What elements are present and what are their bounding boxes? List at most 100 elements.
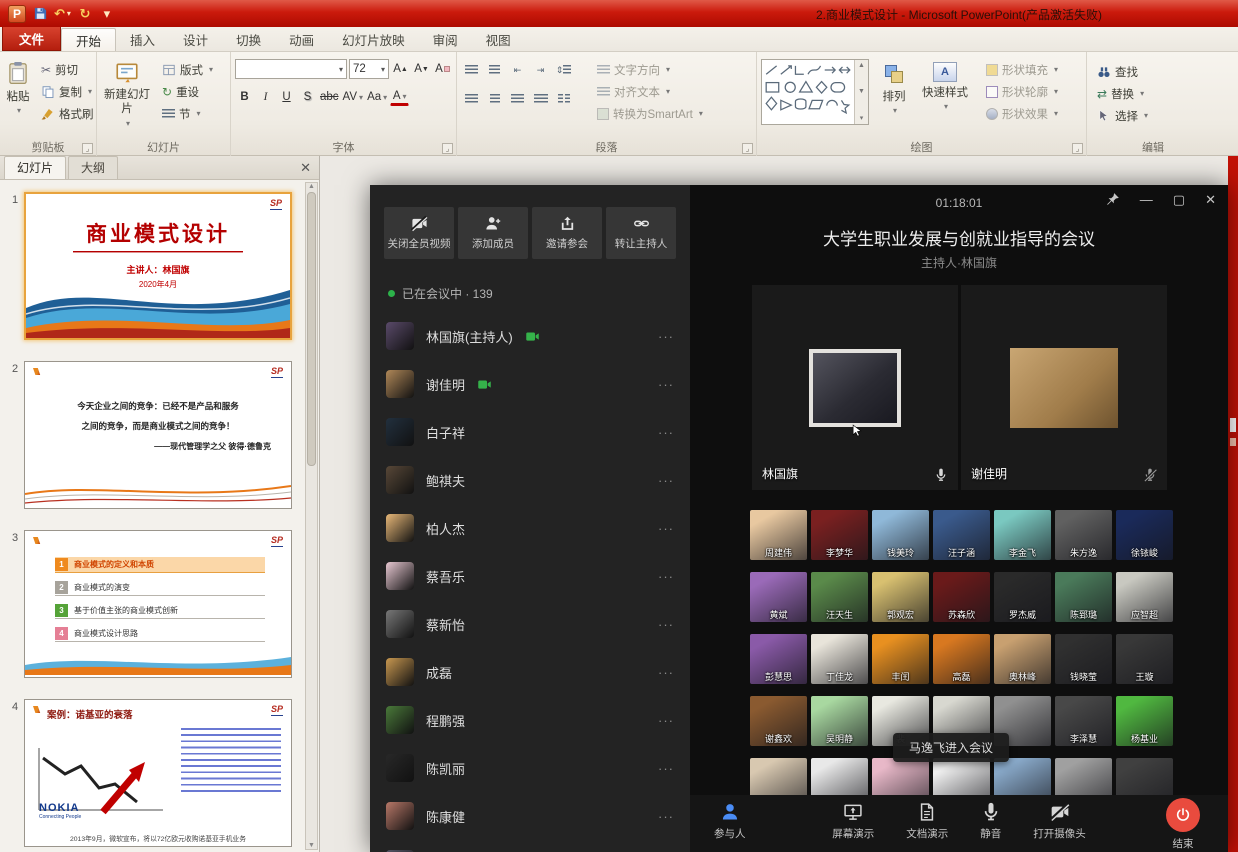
grid-participant-tile[interactable]: 朱方逸 xyxy=(1055,510,1112,560)
character-spacing-button[interactable]: AV▾ xyxy=(342,87,365,107)
grid-participant-tile[interactable]: 汪天生 xyxy=(811,572,868,622)
close-panel-button[interactable]: ✕ xyxy=(300,160,311,176)
line-spacing-button[interactable]: ⇕ xyxy=(553,60,574,80)
scroll-up-icon[interactable]: ▲ xyxy=(308,183,315,190)
replace-button[interactable]: ⇄替换▾ xyxy=(1091,83,1215,104)
ribbon-tab-3[interactable]: 设计 xyxy=(169,28,222,51)
dialog-launcher-button[interactable]: ⌟ xyxy=(82,143,93,154)
grid-participant-tile[interactable]: 郭观宏 xyxy=(872,572,929,622)
meeting-action-transfer-host-button[interactable]: 转让主持人 xyxy=(606,207,676,259)
participant-row[interactable]: 程鹏强··· xyxy=(370,696,690,744)
shapes-gallery[interactable]: ▲▼▾ xyxy=(761,59,869,125)
participant-row[interactable]: 柏人杰··· xyxy=(370,504,690,552)
grid-participant-tile[interactable]: 黄斌 xyxy=(750,572,807,622)
more-options-button[interactable]: ··· xyxy=(658,617,674,632)
shape-effects-button[interactable]: 形状效果▾ xyxy=(980,103,1064,124)
font-name-select[interactable]: ▾ xyxy=(235,59,347,79)
more-options-button[interactable]: ··· xyxy=(658,425,674,440)
grid-participant-tile[interactable]: 钱晓莹 xyxy=(1055,634,1112,684)
participant-row[interactable]: 白子祥··· xyxy=(370,408,690,456)
align-right-button[interactable] xyxy=(507,89,528,109)
font-size-select[interactable]: 72▾ xyxy=(349,59,389,79)
text-direction-button[interactable]: 文字方向▾ xyxy=(591,59,709,80)
slide-thumbnail-2[interactable]: SP 今天企业之间的竞争：已经不是产品和服务 之间的竞争，而是商业模式之间的竞争… xyxy=(24,361,292,509)
participant-row[interactable]: 陈康健··· xyxy=(370,792,690,840)
justify-button[interactable] xyxy=(530,89,551,109)
tab-outline[interactable]: 大纲 xyxy=(68,156,118,179)
minimize-button[interactable]: — xyxy=(1140,193,1153,206)
more-options-button[interactable]: ··· xyxy=(658,329,674,344)
grid-participant-tile[interactable]: 苏森欣 xyxy=(933,572,990,622)
grid-participant-tile[interactable]: 应智超 xyxy=(1116,572,1173,622)
participant-row[interactable]: 蔡吾乐··· xyxy=(370,552,690,600)
shape-fill-button[interactable]: 形状填充▾ xyxy=(980,59,1064,80)
ribbon-tab-5[interactable]: 动画 xyxy=(275,28,328,51)
bold-button[interactable]: B xyxy=(235,87,254,107)
grid-participant-tile[interactable]: 彭慧思 xyxy=(750,634,807,684)
toolbar-camera-button[interactable]: 打开摄像头 xyxy=(1033,802,1086,841)
powerpoint-icon[interactable]: P xyxy=(8,5,26,23)
scroll-down-icon[interactable]: ▼ xyxy=(308,842,315,849)
undo-button[interactable]: ↶▾ xyxy=(54,5,71,23)
grid-participant-tile[interactable]: 钱美玲 xyxy=(872,510,929,560)
ribbon-tab-1[interactable]: 开始 xyxy=(61,28,116,51)
increase-font-size-button[interactable]: A▲ xyxy=(391,59,410,79)
arrange-button[interactable]: 排列▾ xyxy=(872,55,916,138)
decrease-indent-button[interactable]: ⇤ xyxy=(507,60,528,80)
featured-video-tile[interactable]: 谢佳明 xyxy=(961,285,1167,490)
ribbon-tab-7[interactable]: 审阅 xyxy=(419,28,472,51)
grid-participant-tile[interactable]: 杨基业 xyxy=(1116,696,1173,746)
shape-outline-button[interactable]: 形状轮廓▾ xyxy=(980,81,1064,102)
redo-button[interactable]: ↻ xyxy=(77,5,93,23)
select-button[interactable]: 选择▾ xyxy=(1091,105,1215,126)
grid-participant-tile[interactable]: 谢鑫欢 xyxy=(750,696,807,746)
strikethrough-button[interactable]: abc xyxy=(319,87,340,107)
align-center-button[interactable] xyxy=(484,89,505,109)
grid-participant-tile[interactable]: 吴明静 xyxy=(811,696,868,746)
more-options-button[interactable]: ··· xyxy=(658,809,674,824)
toolbar-doc-share-button[interactable]: 文档演示 xyxy=(906,802,948,841)
find-button[interactable]: 查找 xyxy=(1091,61,1215,82)
meeting-action-camera-off-button[interactable]: 关闭全员视频 xyxy=(384,207,454,259)
participant-row[interactable]: ··· xyxy=(370,840,690,852)
more-options-button[interactable]: ··· xyxy=(658,569,674,584)
save-button[interactable] xyxy=(32,5,48,23)
grid-participant-tile[interactable]: 王璇 xyxy=(1116,634,1173,684)
grid-participant-tile[interactable]: 丁佳龙 xyxy=(811,634,868,684)
slide-thumbnail-4[interactable]: SP 案例：诺基亚的衰落 NOKIAConnecting People 2013… xyxy=(24,699,292,847)
cut-button[interactable]: ✂剪切 xyxy=(35,59,100,80)
bullets-button[interactable] xyxy=(461,60,482,80)
clear-formatting-button[interactable]: A xyxy=(433,59,452,79)
ribbon-tab-4[interactable]: 切换 xyxy=(222,28,275,51)
meeting-action-person-add-button[interactable]: 添加成员 xyxy=(458,207,528,259)
more-options-button[interactable]: ··· xyxy=(658,665,674,680)
participant-row[interactable]: 谢佳明··· xyxy=(370,360,690,408)
meeting-action-invite-button[interactable]: 邀请参会 xyxy=(532,207,602,259)
grid-participant-tile[interactable]: 奥林峰 xyxy=(994,634,1051,684)
format-painter-button[interactable]: 格式刷 xyxy=(35,103,100,124)
toolbar-end-call-button[interactable]: 结束 xyxy=(1166,798,1200,851)
close-button[interactable]: ✕ xyxy=(1205,193,1216,206)
new-slide-button[interactable]: 新建幻灯片 ▾ xyxy=(101,55,153,138)
dialog-launcher-button[interactable]: ⌟ xyxy=(742,143,753,154)
ribbon-tab-0[interactable]: 文件 xyxy=(2,26,61,51)
dialog-launcher-button[interactable]: ⌟ xyxy=(442,143,453,154)
toolbar-mic-button[interactable]: 静音 xyxy=(980,802,1001,841)
increase-indent-button[interactable]: ⇥ xyxy=(530,60,551,80)
font-color-button[interactable]: A▾ xyxy=(390,89,409,106)
slide-thumbnail-1[interactable]: SP 商业模式设计 主讲人：林国旗 2020年4月 xyxy=(24,192,292,340)
grid-participant-tile[interactable]: 李泽慧 xyxy=(1055,696,1112,746)
grid-participant-tile[interactable]: 丰闰 xyxy=(872,634,929,684)
grid-participant-tile[interactable]: 李金飞 xyxy=(994,510,1051,560)
ribbon-tab-2[interactable]: 插入 xyxy=(116,28,169,51)
participant-row[interactable]: 蔡新怡··· xyxy=(370,600,690,648)
paste-button[interactable]: 粘贴 ▾ xyxy=(4,55,32,138)
slides-scrollbar[interactable]: ▲ ▼ xyxy=(305,182,318,850)
more-options-button[interactable]: ··· xyxy=(658,473,674,488)
grid-participant-tile[interactable]: 周建伟 xyxy=(750,510,807,560)
participant-row[interactable]: 陈凯丽··· xyxy=(370,744,690,792)
copy-button[interactable]: 复制▾ xyxy=(35,81,100,102)
underline-button[interactable]: U xyxy=(277,87,296,107)
scrollbar-thumb[interactable] xyxy=(307,192,316,466)
convert-smartart-button[interactable]: 转换为SmartArt▾ xyxy=(591,103,709,124)
